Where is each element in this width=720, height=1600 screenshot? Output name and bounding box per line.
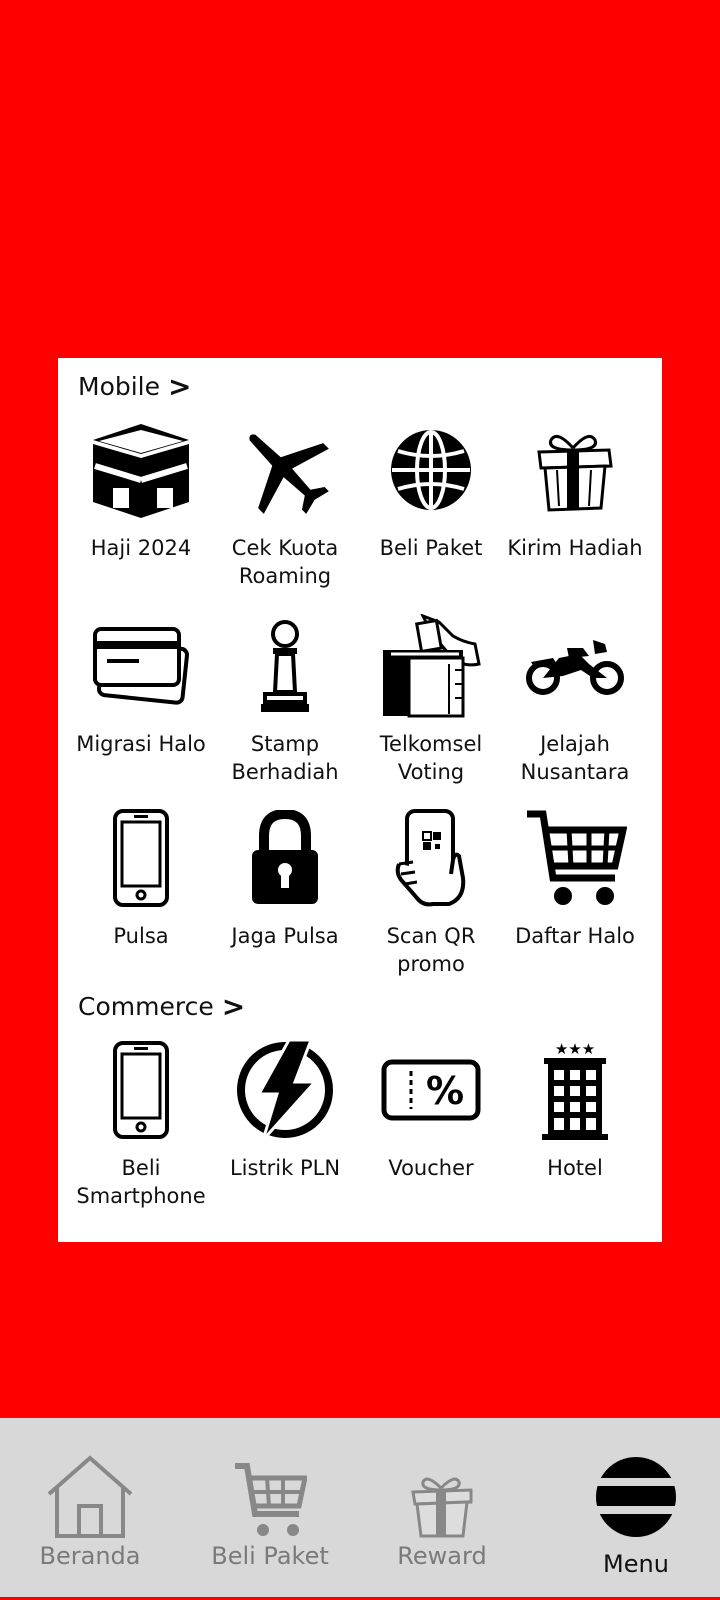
svg-text:★★★: ★★★ [555, 1040, 595, 1058]
motorcycle-icon [502, 612, 648, 720]
menu-item-stamp-berhadiah[interactable]: Stamp Berhadiah [212, 612, 358, 786]
nav-label: Menu [603, 1550, 669, 1578]
section-commerce-header[interactable]: Commerce > [78, 990, 245, 1023]
cart-icon [180, 1418, 360, 1538]
menu-item-kirim-hadiah[interactable]: Kirim Hadiah [502, 416, 648, 562]
nav-label: Beranda [39, 1542, 141, 1570]
menu-item-label: Listrik PLN [229, 1156, 341, 1180]
menu-item-label: Jaga Pulsa [231, 924, 339, 948]
gift-icon [352, 1418, 532, 1538]
padlock-icon [212, 804, 358, 912]
nav-item-beli-paket[interactable]: Beli Paket [180, 1418, 360, 1600]
menu-item-cek-kuota-roaming[interactable]: Cek Kuota Roaming [212, 416, 358, 590]
section-mobile-header[interactable]: Mobile > [78, 370, 191, 403]
chevron-right-icon: > [221, 990, 246, 1023]
chess-pawn-icon [212, 612, 358, 720]
section-mobile-title: Mobile [78, 372, 161, 401]
menu-item-haji[interactable]: Haji 2024 [68, 416, 214, 562]
svg-text:%: % [426, 1069, 464, 1113]
kaaba-icon [68, 416, 214, 524]
menu-icon [546, 1418, 720, 1538]
menu-item-beli-paket[interactable]: Beli Paket [358, 416, 504, 562]
menu-item-listrik-pln[interactable]: Listrik PLN [212, 1036, 358, 1182]
menu-item-label: Telkomsel Voting [379, 732, 483, 784]
gift-icon [502, 416, 648, 524]
shopping-cart-icon [502, 804, 648, 912]
bottom-nav: Beranda Beli Paket Reward Menu [0, 1418, 720, 1600]
menu-panel: Mobile > Haji 2024 Cek Kuota Roaming Bel… [58, 358, 662, 1242]
ballot-box-icon [358, 612, 504, 720]
chevron-right-icon: > [168, 370, 192, 403]
menu-item-pulsa[interactable]: Pulsa [68, 804, 214, 950]
nav-label: Reward [397, 1542, 487, 1570]
lightning-icon [212, 1036, 358, 1144]
hotel-icon: ★★★ [502, 1036, 648, 1144]
menu-item-jaga-pulsa[interactable]: Jaga Pulsa [212, 804, 358, 950]
menu-item-label: Beli Smartphone [76, 1156, 206, 1208]
section-commerce-title: Commerce [78, 992, 214, 1021]
menu-item-jelajah-nusantara[interactable]: Jelajah Nusantara [502, 612, 648, 786]
nav-label: Beli Paket [211, 1542, 329, 1570]
menu-item-label: Haji 2024 [90, 536, 192, 560]
menu-item-label: Kirim Hadiah [507, 536, 643, 560]
menu-item-beli-smartphone[interactable]: Beli Smartphone [68, 1036, 214, 1210]
nav-item-menu[interactable]: Menu [546, 1418, 720, 1600]
smartphone-icon [68, 1036, 214, 1144]
menu-item-label: Cek Kuota Roaming [231, 536, 339, 588]
home-icon [0, 1418, 180, 1538]
qr-phone-icon [358, 804, 504, 912]
menu-item-hotel[interactable]: ★★★ Hotel [502, 1036, 648, 1182]
menu-item-voucher[interactable]: % Voucher [358, 1036, 504, 1182]
nav-item-reward[interactable]: Reward [352, 1418, 532, 1600]
menu-item-label: Pulsa [113, 924, 169, 948]
menu-item-label: Migrasi Halo [76, 732, 206, 756]
menu-item-label: Voucher [388, 1156, 474, 1180]
smartphone-icon [68, 804, 214, 912]
menu-item-migrasi-halo[interactable]: Migrasi Halo [68, 612, 214, 758]
menu-item-label: Daftar Halo [515, 924, 635, 948]
airplane-icon [212, 416, 358, 524]
menu-item-label: Stamp Berhadiah [231, 732, 339, 784]
menu-item-scan-qr-promo[interactable]: Scan QR promo [358, 804, 504, 978]
globe-icon [358, 416, 504, 524]
menu-item-telkomsel-voting[interactable]: Telkomsel Voting [358, 612, 504, 786]
menu-item-label: Jelajah Nusantara [520, 732, 630, 784]
nav-item-beranda[interactable]: Beranda [0, 1418, 180, 1600]
menu-item-daftar-halo[interactable]: Daftar Halo [502, 804, 648, 950]
menu-item-label: Scan QR promo [386, 924, 476, 976]
menu-item-label: Beli Paket [379, 536, 483, 560]
menu-item-label: Hotel [547, 1156, 603, 1180]
credit-card-icon [68, 612, 214, 720]
voucher-icon: % [358, 1036, 504, 1144]
